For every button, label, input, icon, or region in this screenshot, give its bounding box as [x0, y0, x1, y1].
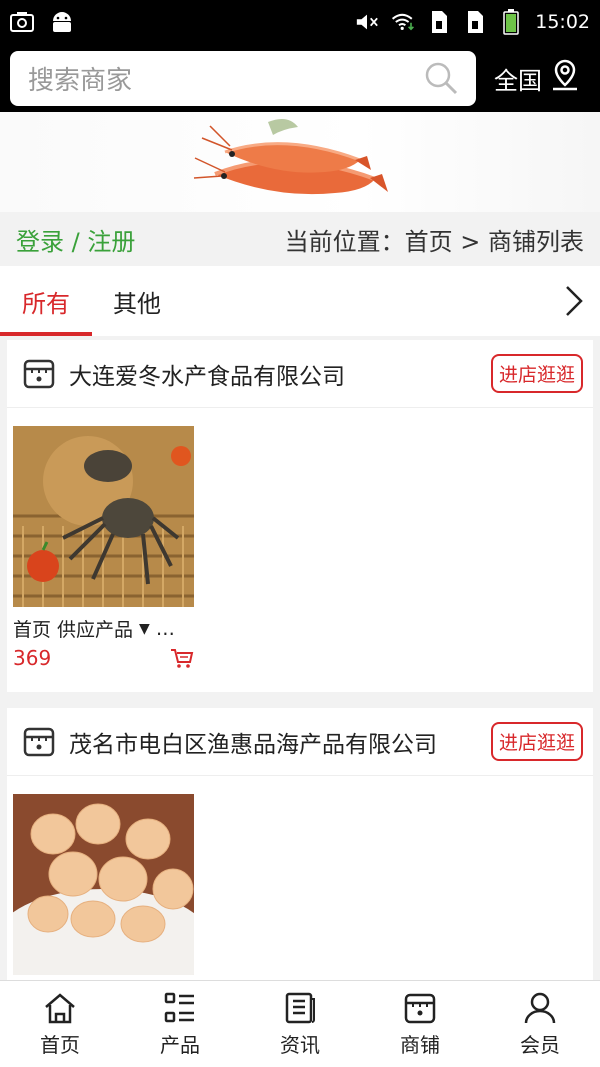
region-label: 全国 — [494, 66, 542, 95]
nav-label: 产品 — [160, 1032, 200, 1057]
store-icon — [403, 991, 437, 1025]
chevron-right-icon[interactable] — [562, 284, 586, 318]
banner-image[interactable] — [0, 112, 600, 212]
store-name[interactable]: 大连爱冬水产食品有限公司 — [69, 357, 491, 391]
price-row: 369 — [13, 646, 194, 670]
product-title-text: 首页 供应产品 — [13, 619, 134, 641]
nav-label: 资讯 — [280, 1032, 320, 1057]
user-icon — [523, 991, 557, 1025]
search-placeholder: 搜索商家 — [28, 65, 133, 96]
category-tabs: 所有 其他 — [0, 266, 600, 336]
product-item[interactable] — [7, 776, 593, 975]
nav-label: 商铺 — [400, 1032, 440, 1057]
breadcrumb: 登录 / 注册 当前位置：首页 > 商铺列表 — [0, 212, 600, 266]
news-icon — [283, 991, 317, 1025]
sim-icon — [463, 11, 487, 33]
store-name[interactable]: 茂名市电白区渔惠品海产品有限公司 — [69, 725, 491, 759]
product-more: … — [155, 617, 175, 640]
status-time: 15:02 — [535, 11, 590, 33]
shrimp-illustration — [193, 125, 388, 195]
region-selector[interactable]: 全国 — [494, 59, 580, 97]
screenshot-icon — [10, 11, 34, 33]
store-header: 大连爱冬水产食品有限公司 进店逛逛 — [7, 340, 593, 408]
current-location: 当前位置：首页 > 商铺列表 — [284, 227, 584, 256]
visit-store-button[interactable]: 进店逛逛 — [490, 354, 583, 393]
product-price: 369 — [13, 646, 52, 670]
store-header: 茂名市电白区渔惠品海产品有限公司 进店逛逛 — [7, 708, 593, 776]
product-title[interactable]: 首页 供应产品 ▼ … — [13, 615, 593, 642]
nav-label: 首页 — [40, 1032, 80, 1057]
store-icon — [23, 726, 55, 758]
home-icon — [43, 991, 77, 1025]
mute-icon — [355, 11, 379, 33]
search-icon[interactable] — [424, 61, 458, 95]
header: 搜索商家 全国 — [0, 44, 600, 112]
status-bar: 15:02 — [0, 0, 600, 44]
list-icon — [163, 991, 197, 1025]
nav-news[interactable]: 资讯 — [240, 981, 360, 1067]
visit-store-button[interactable]: 进店逛逛 — [490, 722, 583, 761]
caret-down-icon: ▼ — [139, 620, 150, 637]
wifi-icon — [391, 11, 415, 33]
store-card: 大连爱冬水产食品有限公司 进店逛逛 首页 供应产品 ▼ … 369 — [7, 340, 593, 692]
nav-member[interactable]: 会员 — [480, 981, 600, 1067]
store-card: 茂名市电白区渔惠品海产品有限公司 进店逛逛 — [7, 708, 593, 980]
sim-icon — [427, 11, 451, 33]
cart-icon[interactable] — [170, 647, 194, 669]
login-register-link[interactable]: 登录 / 注册 — [16, 222, 135, 257]
nav-home[interactable]: 首页 — [0, 981, 120, 1067]
nav-products[interactable]: 产品 — [120, 981, 240, 1067]
location-pin-icon — [550, 59, 580, 97]
tab-other[interactable]: 其他 — [92, 266, 182, 336]
nav-label: 会员 — [520, 1032, 560, 1057]
tab-all[interactable]: 所有 — [0, 266, 92, 336]
battery-icon — [499, 9, 523, 35]
bottom-nav: 首页 产品 资讯 商铺 会员 — [0, 980, 600, 1067]
product-item[interactable]: 首页 供应产品 ▼ … 369 — [7, 408, 593, 670]
android-icon — [50, 11, 74, 33]
product-image[interactable] — [13, 794, 194, 975]
search-input[interactable]: 搜索商家 — [10, 50, 476, 106]
nav-stores[interactable]: 商铺 — [360, 981, 480, 1067]
product-image[interactable] — [13, 426, 194, 607]
store-icon — [23, 358, 55, 390]
